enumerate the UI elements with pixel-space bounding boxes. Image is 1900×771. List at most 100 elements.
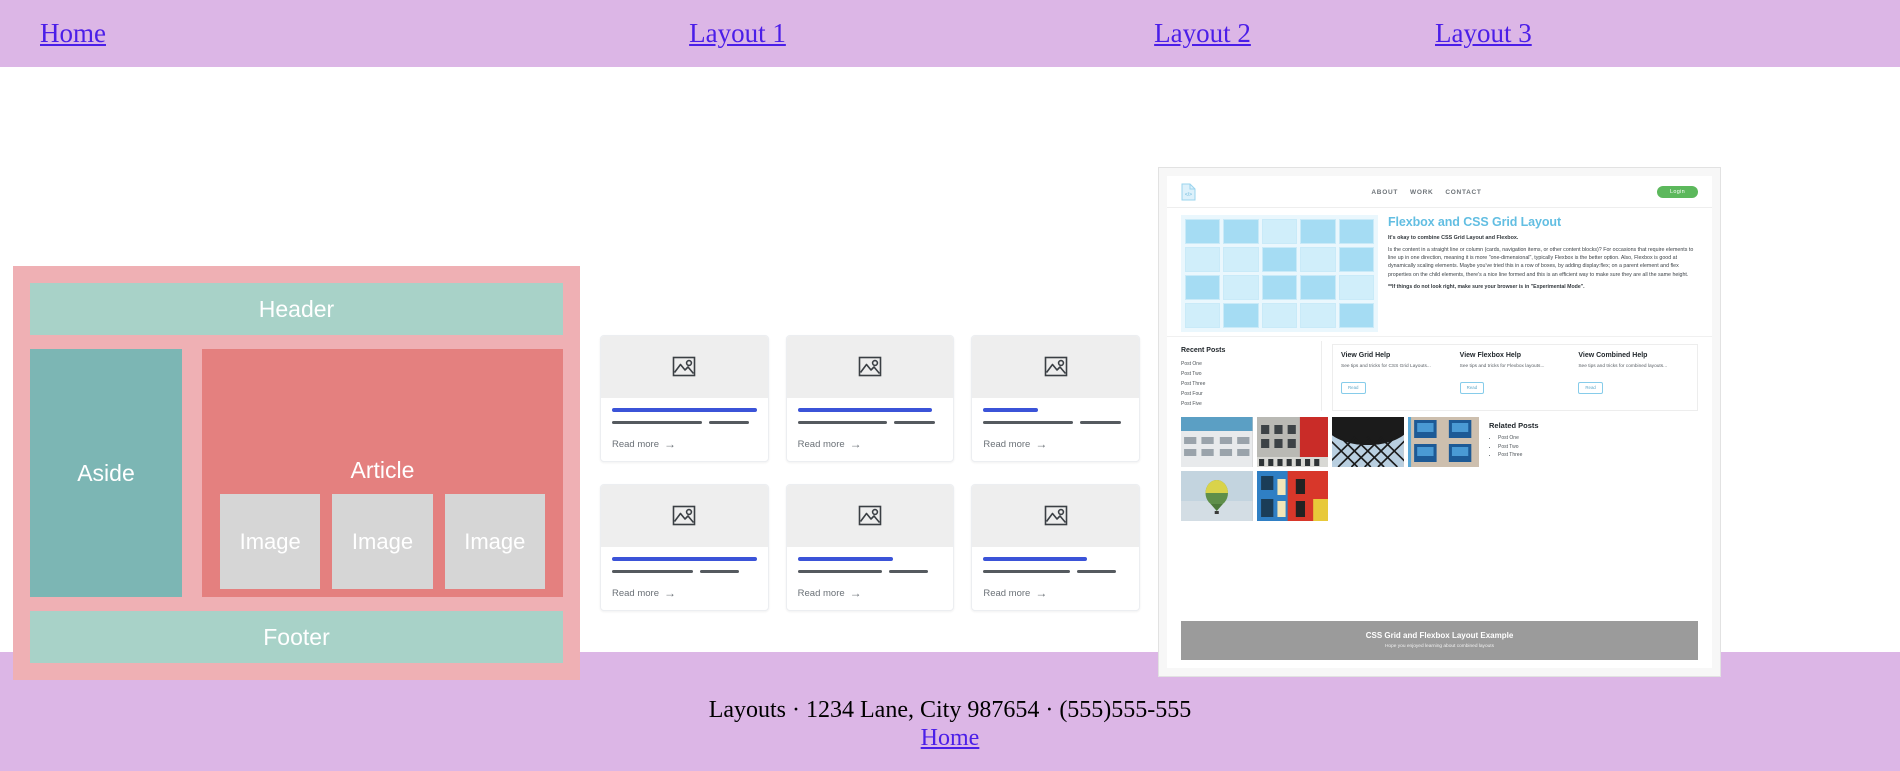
help-card-read-button[interactable]: Read bbox=[1459, 381, 1485, 394]
image-placeholder-icon bbox=[673, 505, 696, 526]
card-text-lines bbox=[797, 570, 943, 573]
hero-note: **If things do not look right, make sure… bbox=[1388, 283, 1585, 290]
mockup-nav-work[interactable]: WORK bbox=[1410, 189, 1433, 196]
schematic-aside-label: Aside bbox=[77, 459, 135, 486]
post-card[interactable]: Read more → bbox=[785, 335, 955, 462]
mockup-footer: CSS Grid and Flexbox Layout Example Hope… bbox=[1181, 621, 1698, 660]
card-text-line-1 bbox=[983, 421, 1074, 424]
recent-posts-list: Post One Post Two Post Three Post Four Post … bbox=[1181, 361, 1321, 407]
related-posts-panel: Related Posts Post One Post Two Post Three bbox=[1489, 417, 1698, 615]
mockup-nav-contact[interactable]: CONTACT bbox=[1445, 189, 1481, 196]
card-text-line-1 bbox=[797, 570, 882, 573]
post-card[interactable]: Read more → bbox=[971, 335, 1140, 462]
schematic-image-row: Image Image Image bbox=[210, 494, 555, 597]
layout-1-schematic[interactable]: Header Aside Article Image Image Image F… bbox=[13, 266, 580, 680]
card-read-more-link[interactable]: Read more → bbox=[612, 438, 757, 452]
nav-link-layout-3[interactable]: Layout 3 bbox=[1435, 20, 1532, 47]
card-text-line-1 bbox=[797, 421, 888, 424]
card-text-line-2 bbox=[894, 421, 935, 424]
recent-post-item[interactable]: Post Five bbox=[1181, 401, 1321, 407]
gallery-photo-red-building[interactable] bbox=[1256, 417, 1328, 467]
card-title-bar bbox=[797, 408, 933, 412]
card-text-lines bbox=[612, 570, 757, 573]
related-post-item[interactable]: Post One bbox=[1498, 435, 1698, 441]
recent-post-item[interactable]: Post Two bbox=[1181, 371, 1321, 377]
related-post-item[interactable]: Post Two bbox=[1498, 444, 1698, 450]
image-placeholder-icon bbox=[1044, 356, 1067, 377]
nav-link-layout-2[interactable]: Layout 2 bbox=[1154, 20, 1251, 47]
recent-posts-panel: Recent Posts Post One Post Two Post Three P… bbox=[1181, 341, 1322, 411]
card-title-bar bbox=[797, 557, 894, 561]
card-text-line-1 bbox=[983, 570, 1071, 573]
related-post-item[interactable]: Post Three bbox=[1498, 452, 1698, 458]
post-card[interactable]: Read more → bbox=[600, 484, 769, 611]
card-read-more-link[interactable]: Read more → bbox=[983, 438, 1128, 452]
gallery-photo-lattice-dome[interactable] bbox=[1332, 417, 1404, 467]
card-text-line-2 bbox=[1080, 421, 1121, 424]
top-navigation: Home Layout 1 Layout 2 Layout 3 bbox=[0, 0, 1900, 67]
recent-post-item[interactable]: Post Three bbox=[1181, 381, 1321, 387]
help-card-read-button[interactable]: Read bbox=[1578, 381, 1603, 394]
card-read-more-link[interactable]: Read more → bbox=[983, 587, 1128, 601]
nav-link-layout-1[interactable]: Layout 1 bbox=[689, 20, 786, 47]
help-card-read-button[interactable]: Read bbox=[1341, 381, 1366, 394]
mockup-gallery-row: Related Posts Post One Post Two Post Three bbox=[1167, 411, 1712, 615]
post-card[interactable]: Read more → bbox=[785, 484, 955, 611]
mockup-nav-about[interactable]: ABOUT bbox=[1371, 189, 1398, 196]
post-card[interactable]: Read more → bbox=[971, 484, 1140, 611]
help-card[interactable]: View Flexbox Help See tips and tricks for… bbox=[1459, 352, 1571, 403]
recent-post-item[interactable]: Post Four bbox=[1181, 391, 1321, 397]
recent-post-item[interactable]: Post One bbox=[1181, 361, 1321, 367]
svg-text:</>: </> bbox=[1185, 192, 1192, 198]
card-image-placeholder bbox=[972, 336, 1139, 398]
image-placeholder-icon bbox=[858, 505, 882, 526]
card-body: Read more → bbox=[972, 547, 1139, 610]
post-card[interactable]: Read more → bbox=[600, 335, 769, 462]
mockup-hero: Flexbox and CSS Grid Layout It's okay to… bbox=[1167, 208, 1712, 336]
gallery-photo-hot-air-balloon[interactable] bbox=[1181, 471, 1253, 521]
help-card-description: See tips and tricks for combined layouts… bbox=[1578, 364, 1668, 369]
card-read-more-link[interactable]: Read more → bbox=[612, 587, 757, 601]
help-card[interactable]: View Grid Help See tips and tricks for CS… bbox=[1341, 352, 1452, 403]
mockup-nav-links: ABOUT WORK CONTACT bbox=[1196, 189, 1657, 196]
hero-body: Is the content in a straight line or col… bbox=[1388, 247, 1694, 278]
schematic-image-block-1: Image bbox=[220, 494, 321, 589]
arrow-right-icon: → bbox=[849, 586, 862, 600]
building-facade-grid bbox=[1181, 215, 1378, 332]
help-card-title: View Flexbox Help bbox=[1459, 352, 1522, 359]
footer-home-link[interactable]: Home bbox=[921, 725, 980, 751]
card-body: Read more → bbox=[787, 398, 954, 461]
schematic-header-block: Header bbox=[30, 283, 563, 335]
hero-lead: It's okay to combine CSS Grid Layout and… bbox=[1388, 235, 1519, 241]
card-text-line-1 bbox=[612, 421, 702, 424]
image-placeholder-icon bbox=[858, 356, 882, 377]
card-read-more-label: Read more bbox=[612, 587, 659, 599]
hero-title: Flexbox and CSS Grid Layout bbox=[1388, 215, 1562, 229]
gallery-photo-white-building[interactable] bbox=[1181, 417, 1253, 467]
mockup-footer-title: CSS Grid and Flexbox Layout Example bbox=[1365, 631, 1514, 640]
recent-posts-title: Recent Posts bbox=[1181, 347, 1226, 354]
card-title-bar bbox=[612, 557, 757, 561]
card-read-more-link[interactable]: Read more → bbox=[798, 438, 943, 452]
help-cards-panel: View Grid Help See tips and tricks for CS… bbox=[1332, 344, 1698, 411]
card-body: Read more → bbox=[601, 398, 768, 461]
help-card-title: View Grid Help bbox=[1341, 352, 1391, 359]
card-image-placeholder bbox=[972, 485, 1139, 547]
hero-building-photo bbox=[1181, 215, 1378, 332]
related-posts-title: Related Posts bbox=[1489, 421, 1539, 430]
card-read-more-link[interactable]: Read more → bbox=[798, 587, 943, 601]
layout-3-site-mockup[interactable]: </> ABOUT WORK CONTACT Login Flexbox and… bbox=[1158, 167, 1721, 677]
card-text-line-1 bbox=[612, 570, 693, 573]
arrow-right-icon: → bbox=[664, 586, 676, 600]
arrow-right-icon: → bbox=[1035, 437, 1048, 451]
schematic-image-label-1: Image bbox=[239, 528, 301, 554]
schematic-image-label-2: Image bbox=[351, 528, 414, 554]
help-card[interactable]: View Combined Help See tips and tricks fo… bbox=[1578, 352, 1689, 403]
arrow-right-icon: → bbox=[664, 437, 676, 451]
gallery-photo-colorful-building[interactable] bbox=[1256, 471, 1328, 521]
mockup-login-button[interactable]: Login bbox=[1657, 186, 1698, 198]
main-content: Header Aside Article Image Image Image F… bbox=[0, 67, 1900, 680]
nav-link-home[interactable]: Home bbox=[40, 20, 106, 47]
gallery-photo-blue-balconies[interactable] bbox=[1407, 417, 1479, 467]
card-read-more-label: Read more bbox=[983, 587, 1031, 599]
